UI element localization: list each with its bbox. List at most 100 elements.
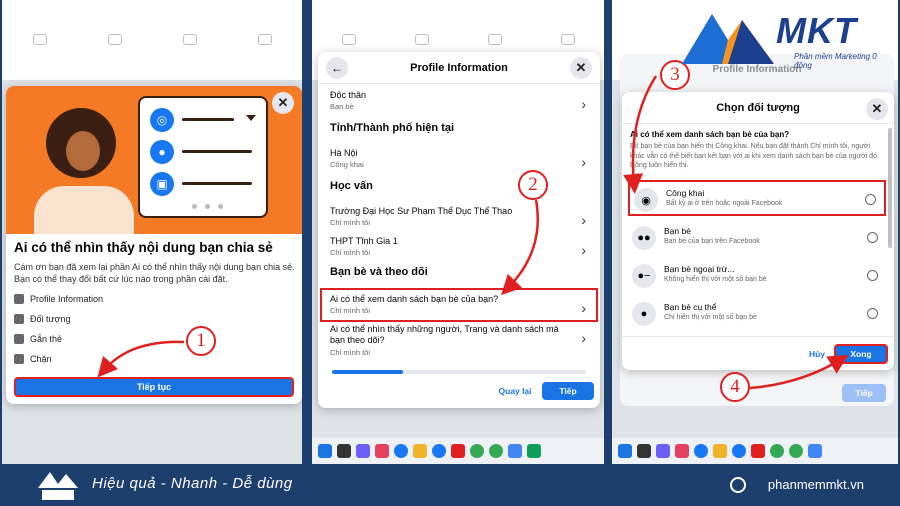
windows-icon[interactable] xyxy=(618,444,632,458)
dialog-header: Profile Information xyxy=(318,52,600,84)
dialog-header: Chọn đối tượng xyxy=(622,92,894,124)
chevron-right-icon: › xyxy=(581,154,586,170)
chrome-icon[interactable] xyxy=(789,444,803,458)
friends-except-icon: ●− xyxy=(632,264,656,288)
app-icon[interactable] xyxy=(337,444,351,458)
chrome-icon[interactable] xyxy=(489,444,503,458)
step2-panel: Profile Information ← ✕ Độc thân Bạn bè › … xyxy=(310,0,606,464)
done-button[interactable]: Xong xyxy=(834,344,888,364)
scrollbar[interactable] xyxy=(888,128,892,248)
back-arrow-icon[interactable]: ← xyxy=(326,57,348,79)
app-icon[interactable] xyxy=(527,444,541,458)
globe-icon: ◉ xyxy=(634,188,658,212)
dialog-title: Ai có thể nhìn thấy nội dung bạn chia sẻ xyxy=(14,240,273,255)
chevron-right-icon: › xyxy=(581,330,586,346)
section-title: Bạn bè và theo dõi xyxy=(330,266,428,278)
marketplace-icon[interactable] xyxy=(182,34,197,45)
profile-information-dialog: Profile Information ← ✕ Độc thân Bạn bè › … xyxy=(318,52,600,408)
globe-icon xyxy=(730,477,746,493)
radio-button[interactable] xyxy=(867,232,878,243)
tag-icon xyxy=(14,334,24,344)
next-button-disabled: Tiếp xyxy=(842,384,886,402)
app-icon[interactable] xyxy=(808,444,822,458)
audience-icon xyxy=(14,314,24,324)
facebook-icon[interactable] xyxy=(432,444,446,458)
website-link[interactable]: phanmemmkt.vn xyxy=(768,477,864,492)
app-icon[interactable] xyxy=(451,444,465,458)
video-icon[interactable] xyxy=(107,34,122,45)
next-button[interactable]: Tiếp xyxy=(542,382,594,400)
chevron-right-icon: › xyxy=(581,96,586,112)
home-icon[interactable] xyxy=(32,34,47,45)
footer-logo xyxy=(38,472,78,500)
specific-friends-icon: ● xyxy=(632,302,656,326)
chevron-right-icon: › xyxy=(581,212,586,228)
step-number-2: 2 xyxy=(518,170,548,200)
facebook-icon[interactable] xyxy=(394,444,408,458)
lock-icon: ▣ xyxy=(150,172,174,196)
section-title: Học vấn xyxy=(330,180,373,192)
radio-button[interactable] xyxy=(865,194,876,205)
globe-icon: ◎ xyxy=(150,108,174,132)
friends-list-visibility-item[interactable]: Ai có thể xem danh sách bạn bè của bạn? C… xyxy=(318,294,600,316)
app-icon[interactable] xyxy=(637,444,651,458)
logo-text: MKT xyxy=(776,10,857,51)
friends-icon: ● xyxy=(150,140,174,164)
app-icon[interactable] xyxy=(375,444,389,458)
list-item[interactable]: THPT Tĩnh Gia 1 Chỉ mình tôi › xyxy=(318,236,600,258)
item-tagging: Gắn thẻ xyxy=(14,334,62,344)
list-item[interactable]: Trường Đại Học Sư Phạm Thể Dục Thể Thao C… xyxy=(318,206,600,228)
slogan: Hiệu quả - Nhanh - Dễ dùng xyxy=(92,475,293,492)
audience-question-description: Bố bạn bè của bạn hiển thị Công khai. Nế… xyxy=(630,143,879,169)
mkt-logo-mark xyxy=(682,14,774,64)
home-icon[interactable] xyxy=(341,34,356,45)
app-icon[interactable] xyxy=(508,444,522,458)
dialog-description: Cám ơn bạn đã xem lại phần Ai có thể nhì… xyxy=(14,262,295,284)
block-icon xyxy=(14,354,24,364)
step-number-1: 1 xyxy=(186,326,216,356)
option-friends-except[interactable]: ●− Bạn bè ngoại trừ... Không hiển thị với … xyxy=(628,258,886,294)
app-icon[interactable] xyxy=(656,444,670,458)
radio-button[interactable] xyxy=(867,308,878,319)
close-icon[interactable]: ✕ xyxy=(866,98,888,120)
option-friends[interactable]: ●● Bạn bè Bạn bè của bạn trên Facebook xyxy=(628,220,886,256)
section-title: Tỉnh/Thành phố hiện tại xyxy=(330,122,455,134)
footer-bar: Hiệu quả - Nhanh - Dễ dùng phanmemmkt.vn xyxy=(0,464,900,506)
folder-icon[interactable] xyxy=(713,444,727,458)
close-icon[interactable]: ✕ xyxy=(570,57,592,79)
gaming-icon[interactable] xyxy=(560,34,575,45)
list-item[interactable]: Độc thân Bạn bè › xyxy=(318,90,600,112)
app-icon[interactable] xyxy=(356,444,370,458)
marketplace-icon[interactable] xyxy=(487,34,502,45)
close-icon[interactable]: ✕ xyxy=(272,92,294,114)
app-icon[interactable] xyxy=(751,444,765,458)
chevron-right-icon: › xyxy=(581,300,586,316)
friends-icon: ●● xyxy=(632,226,656,250)
chrome-icon[interactable] xyxy=(770,444,784,458)
option-specific-friends[interactable]: ● Bạn bè cụ thể Chỉ hiển thị với một số bạ… xyxy=(628,296,886,332)
back-button[interactable]: Quay lại xyxy=(490,382,540,400)
dialog-footer: Hủy Xong xyxy=(622,336,894,370)
video-icon[interactable] xyxy=(414,34,429,45)
taskbar xyxy=(612,438,898,464)
step-number-4: 4 xyxy=(720,372,750,402)
profile-icon xyxy=(14,294,24,304)
radio-button[interactable] xyxy=(867,270,878,281)
continue-button[interactable]: Tiếp tục xyxy=(14,377,294,397)
cancel-button[interactable]: Hủy xyxy=(802,345,832,363)
choose-audience-dialog: Chọn đối tượng ✕ Ai có thể xem danh sách… xyxy=(622,92,894,370)
facebook-topbar xyxy=(2,0,302,80)
option-public[interactable]: ◉ Công khai Bất kỳ ai ở trên hoặc ngoài Fa… xyxy=(628,180,886,216)
privacy-checkup-dialog: ◎ ● ▣ ✕ Ai có thể nhìn thấy nội dung bạn… xyxy=(6,86,302,404)
app-icon[interactable] xyxy=(675,444,689,458)
mkt-logo: MKT Phần mềm Marketing 0 đồng xyxy=(682,6,894,70)
facebook-icon[interactable] xyxy=(694,444,708,458)
facebook-icon[interactable] xyxy=(732,444,746,458)
windows-icon[interactable] xyxy=(318,444,332,458)
list-item[interactable]: Ai có thể nhìn thấy những người, Trang v… xyxy=(318,324,586,357)
gaming-icon[interactable] xyxy=(257,34,272,45)
chrome-icon[interactable] xyxy=(470,444,484,458)
list-item[interactable]: Hà Nội Công khai › xyxy=(318,148,600,170)
taskbar xyxy=(312,438,604,464)
folder-icon[interactable] xyxy=(413,444,427,458)
